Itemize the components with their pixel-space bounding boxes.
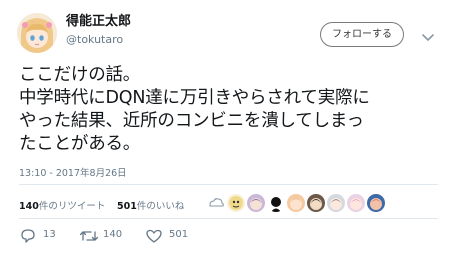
tweet-header: 得能正太郎 @tokutaro フォローする: [0, 0, 450, 60]
tweet-line: 中学時代にDQN達に万引きやらされて実際に: [19, 88, 370, 108]
user-handle[interactable]: @tokutaro: [66, 33, 123, 47]
like-count: 501: [169, 229, 189, 240]
retweet-stat[interactable]: 140件のリツイート: [19, 198, 105, 212]
tweet-line: やった結果、近所のコンビニを潰してしまっ: [19, 111, 364, 131]
reply-count: 13: [43, 229, 56, 240]
tweet-line: たことがある。: [19, 134, 141, 154]
liker-avatar[interactable]: [267, 194, 285, 212]
like-stat-label: 件のいいね: [136, 201, 185, 212]
retweet-icon: [79, 231, 99, 241]
liker-avatar[interactable]: [247, 194, 265, 212]
liker-avatar[interactable]: [227, 194, 245, 212]
liker-avatar[interactable]: [347, 194, 365, 212]
like-stat-count: 501: [117, 201, 137, 212]
retweet-count: 140: [103, 229, 123, 240]
anime-girl-avatar-icon: [17, 13, 57, 53]
tweet-actions: 13 140 501: [19, 226, 444, 246]
divider: [19, 218, 438, 219]
tweet-timestamp[interactable]: 13:10 - 2017年8月26日: [19, 165, 127, 179]
liker-avatar[interactable]: [307, 194, 325, 212]
liker-avatar[interactable]: [327, 194, 345, 212]
tweet-text: ここだけの話。 中学時代にDQN達に万引きやらされて実際に やった結果、近所のコ…: [19, 64, 444, 156]
tweet-line: ここだけの話。: [19, 65, 141, 85]
liker-avatar[interactable]: [367, 194, 385, 212]
like-stat[interactable]: 501件のいいね: [117, 198, 184, 212]
chevron-down-icon[interactable]: [421, 28, 435, 42]
display-name[interactable]: 得能正太郎: [66, 13, 131, 30]
user-avatar[interactable]: [17, 13, 57, 53]
liker-avatar[interactable]: [287, 194, 305, 212]
liker-avatar[interactable]: [207, 194, 225, 212]
reply-icon: [21, 229, 35, 243]
follow-button[interactable]: フォローする: [320, 22, 404, 47]
divider: [19, 184, 438, 185]
retweet-stat-count: 140: [19, 201, 39, 212]
tweet-stats: 140件のリツイート 501件のいいね: [19, 194, 444, 214]
retweet-stat-label: 件のリツイート: [38, 201, 106, 212]
heart-icon: [146, 229, 162, 243]
